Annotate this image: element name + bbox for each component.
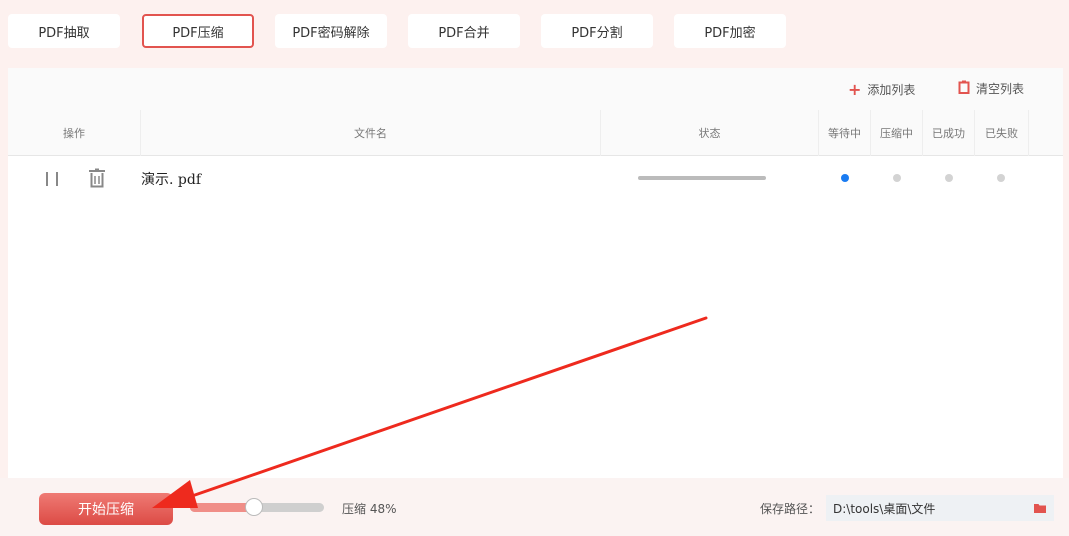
save-path-field[interactable]: D:\tools\桌面\文件 <box>826 495 1054 521</box>
start-compress-button[interactable]: 开始压缩 <box>39 493 173 525</box>
header-succeeded: 已成功 <box>923 110 975 156</box>
save-path-label: 保存路径： <box>760 502 821 516</box>
compression-slider[interactable] <box>190 498 324 516</box>
header-waiting: 等待中 <box>819 110 871 156</box>
tab-pdf-merge[interactable]: PDF合并 <box>408 14 520 48</box>
header-status: 状态 <box>601 110 819 156</box>
tab-pdf-encrypt[interactable]: PDF加密 <box>674 14 786 48</box>
list-toolbar: + 添加列表 清空列表 <box>8 68 1063 110</box>
plus-icon: + <box>848 80 862 99</box>
clipboard-icon <box>958 80 970 97</box>
failed-indicator <box>997 174 1005 182</box>
file-name: 演示. pdf <box>141 172 202 188</box>
header-actions: 操作 <box>8 110 141 156</box>
tab-pdf-extract[interactable]: PDF抽取 <box>8 14 120 48</box>
table-row: 演示. pdf <box>8 158 1063 198</box>
trash-icon[interactable] <box>88 168 106 188</box>
status-progress-bar <box>638 176 766 180</box>
tab-pdf-compress[interactable]: PDF压缩 <box>142 14 254 48</box>
save-path-value: D:\tools\桌面\文件 <box>833 501 936 516</box>
compression-level-label: 压缩 48% <box>342 502 397 516</box>
header-failed: 已失败 <box>975 110 1029 156</box>
header-compressing: 压缩中 <box>871 110 923 156</box>
table-header: 操作 文件名 状态 等待中 压缩中 已成功 已失败 <box>8 110 1063 156</box>
clear-list-button[interactable]: 清空列表 <box>958 80 1024 97</box>
compressing-indicator <box>893 174 901 182</box>
add-list-label: 添加列表 <box>867 83 916 97</box>
file-list-panel: + 添加列表 清空列表 操作 文件名 状态 等待中 压缩中 已成功 已失败 演示… <box>8 68 1063 478</box>
bottom-bar: 开始压缩 压缩 48% 保存路径： D:\tools\桌面\文件 <box>0 478 1069 536</box>
tab-pdf-split[interactable]: PDF分割 <box>541 14 653 48</box>
slider-handle[interactable] <box>245 498 264 516</box>
waiting-indicator <box>841 174 849 182</box>
header-file-name: 文件名 <box>141 110 601 156</box>
folder-icon[interactable] <box>1034 502 1046 513</box>
pause-icon[interactable] <box>46 172 58 186</box>
succeeded-indicator <box>945 174 953 182</box>
add-list-button[interactable]: + 添加列表 <box>848 80 915 99</box>
tab-bar: PDF抽取 PDF压缩 PDF密码解除 PDF合并 PDF分割 PDF加密 <box>0 0 1069 66</box>
tab-pdf-password-remove[interactable]: PDF密码解除 <box>275 14 387 48</box>
clear-list-label: 清空列表 <box>976 82 1025 96</box>
